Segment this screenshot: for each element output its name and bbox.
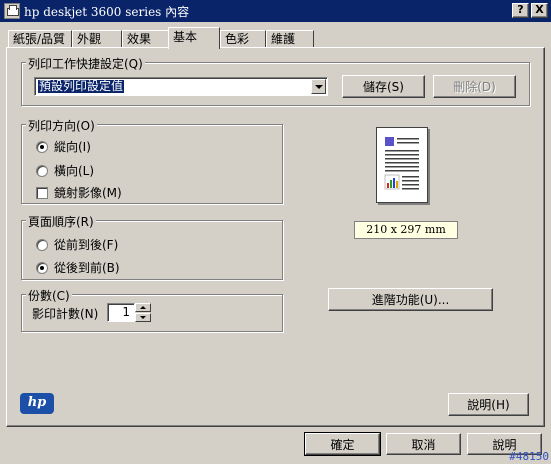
radio-button[interactable] <box>36 140 48 153</box>
front-to-back-option[interactable]: 從前到後(F) <box>36 236 118 253</box>
watermark-text: #48150 <box>509 450 549 463</box>
tab-effects[interactable]: 效果 <box>122 30 170 48</box>
help-button[interactable]: 說明(H) <box>448 393 529 416</box>
save-button[interactable]: 儲存(S) <box>342 75 425 98</box>
quick-sets-selected-value: 預設列印設定值 <box>38 79 125 93</box>
orientation-label: 列印方向(O) <box>26 117 97 134</box>
title-bar[interactable]: hp deskjet 3600 series 內容 ? X <box>0 0 551 22</box>
copy-count-label: 影印計數(N) <box>32 307 99 321</box>
radio-button[interactable] <box>36 238 48 251</box>
copy-count-input[interactable]: 1 <box>107 303 135 322</box>
tab-services[interactable]: 維護 <box>266 30 314 48</box>
hp-logo: hp <box>20 393 54 414</box>
copies-label: 份數(C) <box>26 287 72 304</box>
tab-paper-quality[interactable]: 紙張/品質 <box>8 30 72 48</box>
ok-button[interactable]: 確定 <box>304 432 381 456</box>
arrow-down-icon[interactable] <box>135 313 151 322</box>
tab-basics[interactable]: 基本 <box>168 27 220 49</box>
portrait-option[interactable]: 縱向(I) <box>36 138 91 155</box>
radio-button[interactable] <box>36 261 48 274</box>
page-order-label: 頁面順序(R) <box>26 213 96 230</box>
page-preview <box>376 127 428 203</box>
quick-sets-dropdown[interactable]: 預設列印設定值 <box>34 77 328 96</box>
checkbox[interactable] <box>36 186 48 199</box>
quick-sets-label: 列印工作快捷設定(Q) <box>26 55 145 72</box>
copy-count-stepper[interactable] <box>135 303 151 322</box>
cancel-button[interactable]: 取消 <box>386 433 461 455</box>
landscape-option[interactable]: 橫向(L) <box>36 162 94 179</box>
back-to-front-option[interactable]: 從後到前(B) <box>36 259 120 276</box>
tab-color[interactable]: 色彩 <box>220 30 266 48</box>
chevron-down-icon[interactable] <box>311 79 326 94</box>
advanced-features-button[interactable]: 進階功能(U)... <box>328 288 493 311</box>
radio-button[interactable] <box>36 164 48 177</box>
arrow-up-icon[interactable] <box>135 303 151 312</box>
printer-icon <box>4 3 20 19</box>
tab-finishing[interactable]: 外觀 <box>72 30 122 48</box>
help-caption-button[interactable]: ? <box>512 3 529 18</box>
page-preview-icon <box>384 137 419 190</box>
close-button[interactable]: X <box>531 3 548 18</box>
delete-button[interactable]: 刪除(D) <box>433 75 516 98</box>
paper-size-label: 210 x 297 mm <box>354 221 458 239</box>
window-title: hp deskjet 3600 series 內容 <box>24 5 190 19</box>
mirror-image-option[interactable]: 鏡射影像(M) <box>36 184 122 201</box>
